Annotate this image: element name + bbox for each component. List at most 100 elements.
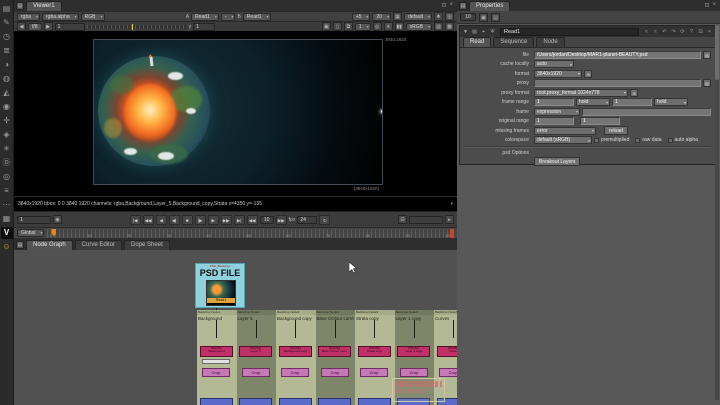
max-panels-field[interactable]: 10: [460, 13, 476, 21]
collapse-icon[interactable]: ▼: [462, 29, 469, 35]
clear-panels-icon[interactable]: ▤: [491, 13, 500, 22]
frame-expression-field[interactable]: [582, 108, 711, 116]
stereo-icon[interactable]: ❖: [434, 12, 443, 21]
tab-sequence[interactable]: Sequence: [493, 37, 534, 47]
missing-frames-dropdown[interactable]: error: [534, 127, 596, 135]
gamma-field[interactable]: 1: [193, 23, 215, 31]
particles-node-icon[interactable]: ✳: [1, 142, 13, 156]
crop-node[interactable]: Crop: [281, 368, 309, 377]
premult-node[interactable]: [358, 398, 391, 405]
range-end-marker[interactable]: [450, 229, 454, 238]
downrez-dropdown[interactable]: 1: [355, 23, 371, 31]
crop-node[interactable]: Crop: [360, 368, 388, 377]
proxy-field[interactable]: [534, 79, 701, 87]
frame-increment-field[interactable]: 10: [260, 216, 274, 224]
viewer-canvas[interactable]: 3840,1920 [3840x1920]: [14, 31, 457, 196]
viewer-process-dropdown[interactable]: default: [404, 13, 432, 21]
node-graph-canvas[interactable]: Backdrop Node1 Background Backdrop Node2…: [14, 250, 457, 405]
mask-icon[interactable]: ▥: [445, 12, 454, 21]
frame-range-end-mode-dropdown[interactable]: hold: [654, 98, 688, 106]
transform-node-icon[interactable]: ✛: [1, 114, 13, 128]
wipe-icon[interactable]: ▩: [445, 22, 454, 31]
range-mode-dropdown[interactable]: Global: [17, 229, 44, 237]
step-forward-button[interactable]: |▶: [195, 215, 206, 225]
current-frame-field[interactable]: 1: [17, 216, 51, 224]
checker-icon[interactable]: ▨: [434, 22, 443, 31]
tab-curve-editor[interactable]: Curve Editor: [75, 240, 122, 250]
auto-alpha-checkbox[interactable]: [668, 138, 673, 143]
node-graph-minimap[interactable]: [392, 378, 445, 402]
close-panel-icon[interactable]: ×: [706, 29, 713, 35]
range-menu-icon[interactable]: ⊟: [398, 215, 407, 224]
other-node-icon[interactable]: ⋯: [1, 198, 13, 212]
display-channel-dropdown[interactable]: RGB: [81, 13, 105, 21]
shuffle-node-background-copy[interactable]: [Shuffle]Background copy: [279, 346, 312, 357]
b-input-dropdown[interactable]: Read1: [243, 13, 271, 21]
revert-icon[interactable]: ⟳: [679, 29, 686, 35]
backdrop-strata-copy[interactable]: Backdrop Node5 Strata copy: [355, 310, 395, 405]
crop-node[interactable]: Crop: [242, 368, 270, 377]
shuffle-node-layer1-copy[interactable]: [Shuffle]Layer 1 copy: [397, 346, 430, 357]
help-smiley-icon[interactable]: ☺: [1, 240, 13, 254]
curve-b-icon[interactable]: ≈: [652, 29, 659, 35]
refresh-icon[interactable]: ⧉: [344, 22, 353, 31]
shuffle-node-strata-copy[interactable]: [Shuffle]Strata copy: [358, 346, 391, 357]
tab-properties[interactable]: Properties: [469, 1, 510, 11]
float-pane-icon[interactable]: ⊡: [441, 2, 446, 9]
gain-next-icon[interactable]: ▶: [44, 22, 53, 31]
frame-lock-icon[interactable]: ◉: [53, 215, 62, 224]
channel-node-icon[interactable]: ≣: [1, 44, 13, 58]
views-node-icon[interactable]: ◎: [1, 170, 13, 184]
proxy-browse-icon[interactable]: ▨: [703, 79, 711, 87]
fps-field[interactable]: 24: [297, 216, 317, 224]
tab-node[interactable]: Node: [536, 37, 564, 47]
reload-button[interactable]: reload: [604, 126, 628, 135]
skip-forward-button[interactable]: ▶▶: [276, 215, 287, 225]
close-pane-icon[interactable]: ×: [449, 2, 453, 9]
gain-slider[interactable]: [87, 25, 187, 29]
shuffle-node-curves[interactable]: [Shuffle]Curves: [437, 346, 457, 357]
clipping-icon[interactable]: ✳: [384, 22, 393, 31]
pane-menu-icon[interactable]: ▤: [16, 241, 24, 249]
help-icon[interactable]: ?: [688, 29, 695, 35]
tab-viewer1[interactable]: Viewer1: [26, 1, 62, 11]
gain-preset-dropdown[interactable]: +5: [352, 13, 371, 21]
alpha-channel-dropdown[interactable]: rgba.alpha: [42, 13, 79, 21]
unpremult-node[interactable]: [202, 359, 230, 364]
step-back-button[interactable]: ◀|: [169, 215, 180, 225]
shuffle-node-base-colour[interactable]: [Shuffle]Base COlour corre: [318, 346, 351, 357]
gain-field[interactable]: 1: [55, 23, 85, 31]
backdrop-background-copy[interactable]: Backdrop Node3 Background copy: [276, 310, 316, 405]
original-end-field[interactable]: 1: [580, 117, 620, 125]
play-backward-fast-button[interactable]: ◀◀: [143, 215, 154, 225]
frame-range-field[interactable]: [409, 216, 443, 224]
frame-range-end-field[interactable]: 1: [612, 98, 652, 106]
tab-node-graph[interactable]: Node Graph: [26, 240, 73, 250]
read1-node[interactable]: Read1 MAR1-planet-BEAUTY.psd: [206, 280, 236, 306]
breakout-layers-button[interactable]: Breakout Layers: [534, 157, 580, 166]
premult-node[interactable]: [279, 398, 312, 405]
pause-icon[interactable]: ▯: [333, 22, 342, 31]
wipe-mode-dropdown[interactable]: -: [221, 13, 236, 21]
status-caret-icon[interactable]: ▾: [450, 197, 453, 211]
timeline-expand-icon[interactable]: ▸: [445, 215, 454, 224]
deep-node-icon[interactable]: Ⓓ: [1, 156, 13, 170]
premultiplied-checkbox[interactable]: [594, 138, 599, 143]
timeline-ruler[interactable]: 1 10 20 30 40 50 60 70 80 90 100: [47, 229, 454, 238]
premult-node[interactable]: [239, 398, 272, 405]
playhead-marker[interactable]: [51, 229, 56, 237]
shuffle-node-layer5[interactable]: [Shuffle]Layer 5: [239, 346, 272, 357]
file-field[interactable]: /Users/jordan/Desktop/MAR1-planet-BEAUTY…: [534, 51, 701, 59]
float-panel-icon[interactable]: ⊡: [697, 29, 704, 35]
colorspace-dropdown[interactable]: default (sRGB): [534, 136, 592, 144]
crop-node[interactable]: Crop: [321, 368, 349, 377]
lock-panels-icon[interactable]: ▣: [479, 13, 488, 22]
psd-file-backdrop[interactable]: PSD_Backdrop PSD FILE Read1 MAR1-planet-…: [195, 263, 245, 308]
frame-range-start-field[interactable]: 1: [534, 98, 574, 106]
pane-menu-icon[interactable]: ▤: [16, 2, 24, 10]
curve-a-icon[interactable]: ≈: [643, 29, 650, 35]
keyer-node-icon[interactable]: ◭: [1, 86, 13, 100]
a-input-dropdown[interactable]: Read1: [191, 13, 219, 21]
roi-icon[interactable]: ◎: [373, 22, 382, 31]
original-start-field[interactable]: 1: [534, 117, 574, 125]
